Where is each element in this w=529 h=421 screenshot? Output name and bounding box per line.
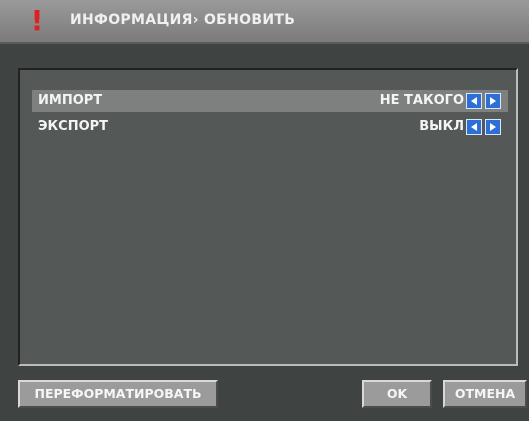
import-label: ИМПОРТ — [38, 93, 103, 108]
import-value-arrows — [466, 93, 504, 109]
reformat-button[interactable]: ПЕРЕФОРМАТИРОВАТЬ — [18, 380, 218, 408]
warning-exclamation-icon: ! — [30, 4, 44, 37]
export-value-arrows — [466, 119, 504, 135]
page-title: ИНФОРМАЦИЯ› ОБНОВИТЬ — [70, 12, 296, 28]
ok-button[interactable]: OK — [362, 380, 432, 408]
arrow-right-icon[interactable] — [485, 93, 501, 109]
settings-row-import[interactable]: ИМПОРТ НЕ ТАКОГО — [32, 90, 508, 112]
dvr-screen: ! ИНФОРМАЦИЯ› ОБНОВИТЬ ИМПОРТ НЕ ТАКОГО … — [0, 0, 529, 421]
arrow-left-icon[interactable] — [466, 93, 482, 109]
title-bar: ! ИНФОРМАЦИЯ› ОБНОВИТЬ — [0, 0, 529, 44]
import-value: НЕ ТАКОГО — [379, 93, 464, 108]
arrow-left-icon[interactable] — [466, 119, 482, 135]
settings-row-export[interactable]: ЭКСПОРТ ВЫКЛ — [32, 116, 508, 138]
arrow-right-icon[interactable] — [485, 119, 501, 135]
cancel-button[interactable]: ОТМЕНА — [443, 380, 527, 408]
export-value: ВЫКЛ — [419, 119, 464, 134]
settings-panel: ИМПОРТ НЕ ТАКОГО ЭКСПОРТ ВЫКЛ — [18, 68, 518, 366]
export-label: ЭКСПОРТ — [38, 119, 109, 134]
